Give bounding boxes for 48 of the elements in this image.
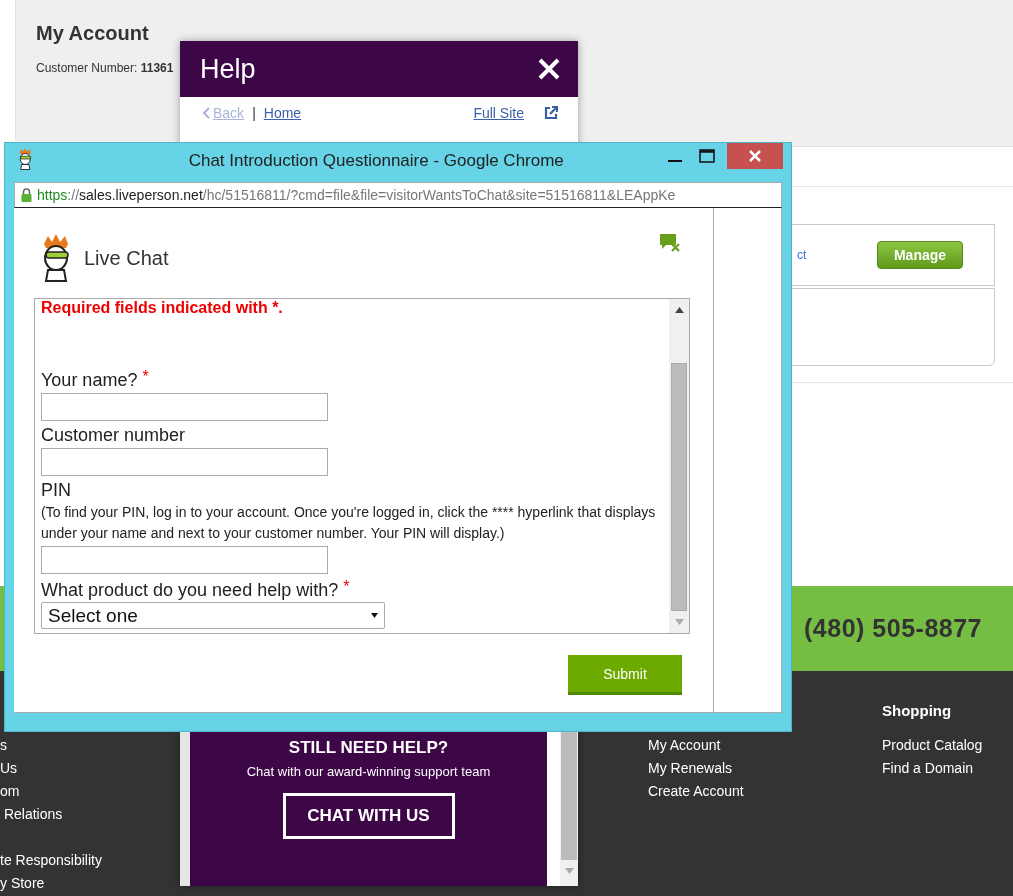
page-title: My Account xyxy=(36,22,150,45)
footer-link[interactable]: Create Account xyxy=(648,780,744,803)
footer-heading: Shopping xyxy=(882,702,953,721)
promo-text: Chat with our award-winning support team xyxy=(246,764,491,779)
footer-link[interactable]: My Renewals xyxy=(648,757,733,780)
maximize-icon[interactable] xyxy=(699,149,715,163)
footer-link[interactable]: Find a Domain xyxy=(882,757,974,780)
footer-link[interactable]: y Store xyxy=(0,872,45,895)
window-title: Chat Introduction Questionnaire - Google Chrome xyxy=(187,151,565,171)
footer-link[interactable]: om xyxy=(0,780,20,803)
footer-link[interactable]: Product Catalog xyxy=(882,734,983,757)
address-bar[interactable]: https://sales.liveperson.net/hc/51516811/?cmd=file&file=visitorWantsToChat&site=51516811&LEAppKe xyxy=(14,182,782,208)
required-note: Required fields indicated with *. xyxy=(41,299,284,317)
text-field[interactable] xyxy=(41,393,328,421)
customer-number: Customer Number: 11361 xyxy=(36,61,174,75)
field-hint: (To find your PIN, log in to your account. Once you're logged in, click the **** hyperlink that displays under your name and next to your customer number. Your PIN will display.) xyxy=(41,503,657,543)
text-field[interactable] xyxy=(41,448,328,476)
cartoon-head-icon xyxy=(17,148,34,170)
footer-link[interactable]: Us xyxy=(0,757,18,780)
field-label: Your name? $^{*}$ xyxy=(41,368,150,391)
scroll-up-icon[interactable] xyxy=(674,307,684,313)
scrollbar[interactable] xyxy=(560,732,578,886)
scrollbar[interactable] xyxy=(669,299,689,633)
footer-link[interactable]: Relations xyxy=(0,803,63,826)
field-label: What product do you need help with? $^{*}$ xyxy=(41,578,351,601)
field-label: PIN xyxy=(41,480,72,501)
chat-brand: Live Chat xyxy=(84,246,169,270)
close-button[interactable] xyxy=(536,56,562,82)
separator: | xyxy=(252,105,256,121)
promo-heading: STILL NEED HELP? xyxy=(288,738,449,758)
text-field[interactable] xyxy=(41,546,328,574)
phone-number: (480) 505-8877 xyxy=(804,614,982,643)
footer-link[interactable]: te Responsibility xyxy=(0,849,102,872)
url-text: https://sales.liveperson.net/hc/51516811/?cmd=file&file=visitorWantsToChat&site=51516811&LEAppKe xyxy=(37,187,676,203)
field-label: Customer number xyxy=(41,425,187,446)
close-icon[interactable] xyxy=(749,150,761,162)
help-title: Help xyxy=(200,53,256,85)
home-link[interactable]: Home xyxy=(263,105,302,121)
chat-button[interactable]: CHAT WITH US xyxy=(282,793,455,839)
footer-link[interactable]: s xyxy=(0,734,7,757)
full-site-link[interactable]: Full Site xyxy=(473,105,524,121)
footer-link[interactable]: My Account xyxy=(648,734,721,757)
caret-icon[interactable] xyxy=(371,613,378,618)
product-link[interactable]: ct xyxy=(797,248,807,262)
product-dropdown[interactable]: Select one xyxy=(41,602,385,629)
lock-icon xyxy=(21,188,32,202)
end-chat-icon[interactable] xyxy=(659,233,681,253)
external-link-icon[interactable] xyxy=(544,106,558,120)
